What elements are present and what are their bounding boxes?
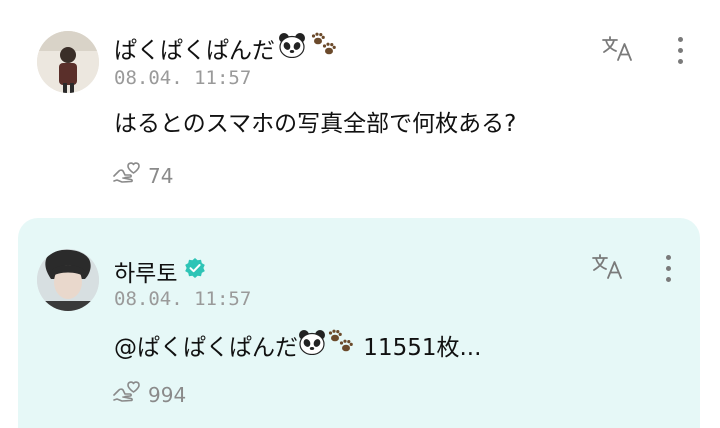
comment-post: ぱくぱくぱんだ 08.04. 11:57 はるとのスマホの写真全部で何枚ある? … bbox=[0, 0, 720, 215]
reply-post-highlighted: 하루토 08.04. 11:57 @ぱくぱくぱんだ 11551枚... 994 bbox=[18, 218, 700, 428]
translate-icon[interactable] bbox=[600, 34, 636, 64]
paw-prints-emoji bbox=[326, 329, 356, 361]
like-count: 994 bbox=[148, 382, 187, 407]
heart-hand-icon bbox=[112, 379, 142, 410]
like-button[interactable]: 994 bbox=[112, 379, 186, 410]
verified-badge-icon bbox=[184, 257, 206, 285]
timestamp: 08.04. 11:57 bbox=[114, 288, 252, 310]
author-name[interactable]: ぱくぱくぱんだ bbox=[114, 31, 339, 65]
timestamp: 08.04. 11:57 bbox=[114, 67, 252, 89]
like-button[interactable]: 74 bbox=[112, 160, 173, 191]
comment-text: @ぱくぱくぱんだ 11551枚... bbox=[114, 328, 481, 362]
more-vertical-icon[interactable] bbox=[665, 255, 673, 285]
paw-prints-emoji bbox=[309, 32, 339, 64]
mention-text[interactable]: @ぱくぱくぱんだ bbox=[114, 328, 298, 362]
panda-emoji bbox=[278, 32, 306, 64]
reply-suffix-text: 11551枚... bbox=[356, 335, 482, 361]
author-name-text: 하루토 bbox=[114, 261, 178, 287]
heart-hand-icon bbox=[112, 160, 142, 191]
author-name-text: ぱくぱくぱんだ bbox=[114, 38, 275, 64]
comment-text: はるとのスマホの写真全部で何枚ある? bbox=[114, 111, 517, 137]
panda-emoji bbox=[298, 329, 326, 361]
more-vertical-icon[interactable] bbox=[677, 37, 685, 67]
author-name[interactable]: 하루토 bbox=[114, 254, 206, 288]
like-count: 74 bbox=[148, 163, 174, 188]
avatar[interactable] bbox=[37, 31, 99, 93]
avatar[interactable] bbox=[37, 249, 99, 311]
translate-icon[interactable] bbox=[590, 252, 626, 282]
